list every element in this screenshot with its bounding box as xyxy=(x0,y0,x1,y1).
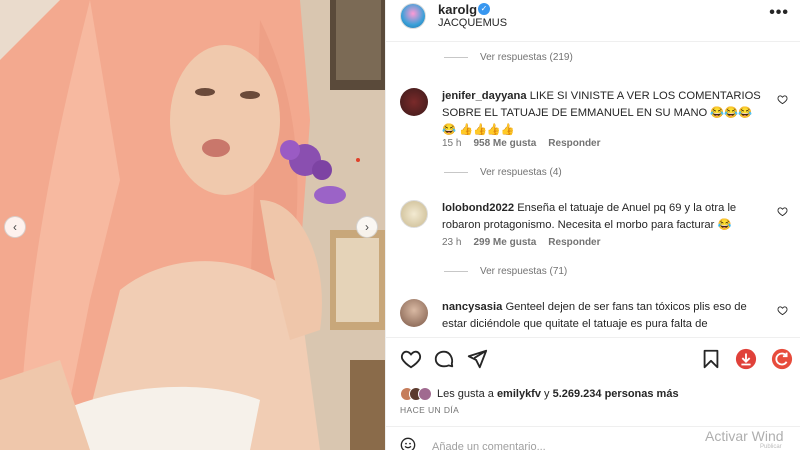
view-replies-label: Ver respuestas (219) xyxy=(480,52,573,63)
post-location[interactable]: JACQUEMUS xyxy=(438,17,507,29)
post-username[interactable]: karolg xyxy=(438,2,477,17)
avatar[interactable] xyxy=(400,200,428,228)
likes-summary[interactable]: Les gusta a emilykfv y 5.269.234 persona… xyxy=(400,384,679,404)
heart-icon[interactable] xyxy=(777,94,788,105)
comment-text: lolobond2022 Enseña el tatuaje de Anuel … xyxy=(442,200,762,234)
reply-button[interactable]: Responder xyxy=(548,138,600,149)
windows-activation-watermark: Activar Wind xyxy=(705,428,784,444)
divider xyxy=(444,57,468,58)
post-photo[interactable]: ‹ › xyxy=(0,0,385,450)
divider xyxy=(444,271,468,272)
post-timestamp: HACE UN DÍA xyxy=(400,405,460,415)
comment-time: 15 h xyxy=(442,138,462,149)
view-replies-label: Ver respuestas (4) xyxy=(480,167,562,178)
heart-icon[interactable] xyxy=(777,305,788,316)
comment-text: jenifer_dayyana LIKE SI VINISTE A VER LO… xyxy=(442,88,762,139)
comment-username[interactable]: jenifer_dayyana xyxy=(442,90,527,102)
likes-count[interactable]: 5.269.234 personas más xyxy=(553,388,679,400)
view-replies-button[interactable]: Ver respuestas (71) xyxy=(444,266,567,277)
comment-text: nancysasia Genteel dejen de ser fans tan… xyxy=(442,299,762,333)
view-replies-button[interactable]: Ver respuestas (219) xyxy=(444,52,573,63)
reply-button[interactable]: Responder xyxy=(548,237,600,248)
view-replies-label: Ver respuestas (71) xyxy=(480,266,568,277)
avatar[interactable] xyxy=(400,3,426,29)
share-icon[interactable] xyxy=(466,348,488,370)
verified-icon: ✓ xyxy=(478,3,490,15)
likes-connector: y xyxy=(544,388,550,400)
download-icon[interactable] xyxy=(735,348,757,370)
heart-icon[interactable] xyxy=(777,206,788,217)
action-bar xyxy=(386,337,800,381)
comment-icon[interactable] xyxy=(433,348,455,370)
comment-meta: 23 h 299 Me gusta Responder xyxy=(442,237,613,248)
photo-illustration xyxy=(0,0,385,450)
avatar xyxy=(418,387,432,401)
previous-photo-button[interactable]: ‹ xyxy=(4,216,26,238)
avatar[interactable] xyxy=(400,299,428,327)
more-options-button[interactable]: ••• xyxy=(769,4,789,22)
view-replies-button[interactable]: Ver respuestas (4) xyxy=(444,167,562,178)
post-panel: karolg ✓ JACQUEMUS ••• Ver respuestas (2… xyxy=(385,0,800,450)
comment-username[interactable]: nancysasia xyxy=(442,301,502,313)
likes-text: Les gusta a emilykfv y 5.269.234 persona… xyxy=(437,388,679,400)
comment-meta: 15 h 958 Me gusta Responder xyxy=(442,138,613,149)
avatar[interactable] xyxy=(400,88,428,116)
heart-icon[interactable] xyxy=(400,348,422,370)
comment-likes[interactable]: 958 Me gusta xyxy=(473,138,536,149)
emoji-icon[interactable] xyxy=(400,437,416,450)
comment-time: 23 h xyxy=(442,237,462,248)
next-photo-button[interactable]: › xyxy=(356,216,378,238)
refresh-icon[interactable] xyxy=(771,348,793,370)
comment-input[interactable]: Añade un comentario... xyxy=(432,441,546,450)
bookmark-icon[interactable] xyxy=(700,348,722,370)
comment-likes[interactable]: 299 Me gusta xyxy=(473,237,536,248)
likes-prefix: Les gusta a xyxy=(437,388,494,400)
divider xyxy=(444,172,468,173)
post-header: karolg ✓ JACQUEMUS ••• xyxy=(386,0,800,42)
windows-activation-subtext: Publicar xyxy=(760,444,782,450)
comment-username[interactable]: lolobond2022 xyxy=(442,202,514,214)
likes-user[interactable]: emilykfv xyxy=(497,388,541,400)
